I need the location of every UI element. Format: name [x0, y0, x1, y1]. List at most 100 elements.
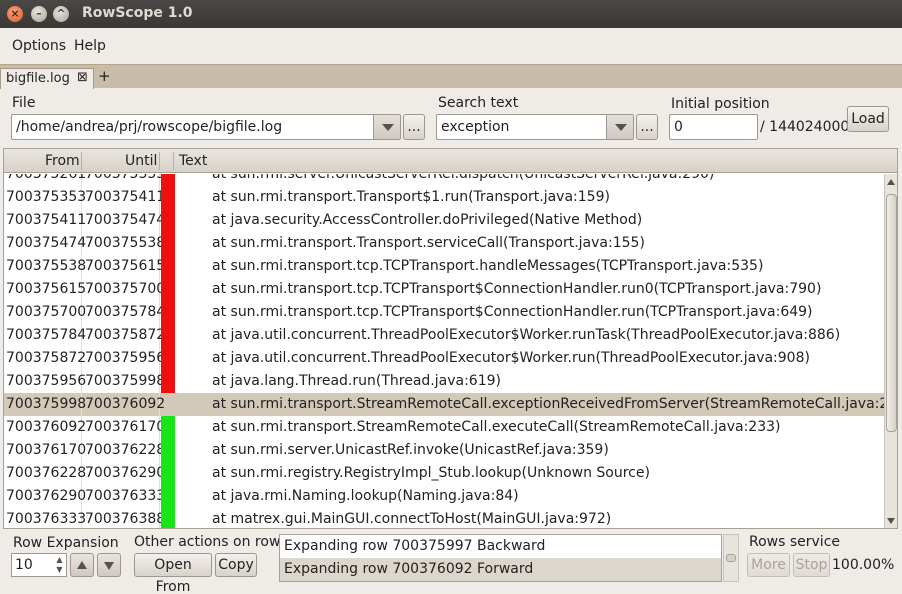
log-line: Expanding row 700376092 Forward [280, 558, 721, 581]
menu-options[interactable]: Options [12, 38, 66, 54]
stop-button[interactable]: Stop [793, 553, 830, 577]
table-row[interactable]: 700375615 700375700 at sun.rmi.transport.t… [4, 278, 884, 301]
column-separator [81, 152, 82, 170]
stepper-down-icon[interactable]: ▼ [54, 565, 65, 575]
table-row[interactable]: 700375700 700375784 at sun.rmi.transport.t… [4, 301, 884, 324]
table-row[interactable]: 700376170 700376228 at sun.rmi.server.Unic… [4, 439, 884, 462]
file-dropdown-icon[interactable] [373, 115, 400, 139]
row-marker [161, 462, 175, 485]
cell-text: at sun.rmi.server.UnicastRef.invoke(Unic… [212, 442, 609, 458]
table-row[interactable]: 700375538 700375615 at sun.rmi.transport.t… [4, 255, 884, 278]
copy-button[interactable]: Copy [215, 553, 257, 577]
row-marker [161, 416, 175, 439]
cell-until: 700376228 [85, 442, 166, 458]
row-marker [161, 278, 175, 301]
window-title: RowScope 1.0 [82, 5, 193, 21]
search-value: exception [441, 119, 510, 135]
stepper-up-icon[interactable]: ▲ [54, 555, 65, 565]
row-marker [161, 485, 175, 508]
log-scroll-thumb[interactable] [726, 554, 736, 562]
cell-until: 700375353 [85, 174, 166, 182]
col-text-header[interactable]: Text [179, 153, 207, 169]
table-body: 700375261 700375353 at sun.rmi.server.Unic… [4, 174, 884, 528]
cell-until: 700376333 [85, 488, 166, 504]
cell-until: 700376290 [85, 465, 166, 481]
search-browse-button[interactable]: ... [636, 114, 658, 140]
log-line: Expanding row 700375997 Backward [284, 538, 546, 554]
expand-forward-button[interactable] [97, 553, 121, 577]
row-marker [161, 347, 175, 370]
progress-percent: 100.00% [832, 557, 895, 573]
cell-until: 700375474 [85, 212, 166, 228]
table-row[interactable]: 700375784 700375872 at java.util.concurren… [4, 324, 884, 347]
cell-text: at matrex.gui.MainGUI.connectToHost(Main… [212, 511, 612, 527]
open-from-button[interactable]: Open From [134, 553, 212, 594]
search-dropdown-icon[interactable] [606, 115, 633, 139]
stepper-arrows-icon[interactable]: ▲ ▼ [54, 555, 65, 575]
menu-help[interactable]: Help [74, 38, 106, 54]
column-separator [159, 152, 160, 170]
scroll-thumb[interactable] [886, 194, 897, 432]
close-window-icon[interactable]: × [7, 6, 23, 22]
cell-from: 700376092 [6, 419, 87, 435]
cell-from: 700376290 [6, 488, 87, 504]
cell-from: 700376228 [6, 465, 87, 481]
position-label: Initial position [671, 96, 770, 112]
table-row[interactable]: 700375261 700375353 at sun.rmi.server.Unic… [4, 174, 884, 186]
row-expansion-stepper[interactable]: 10 ▲ ▼ [11, 553, 67, 577]
tab-close-icon[interactable]: ⊠ [77, 70, 88, 85]
tab-bigfile[interactable]: bigfile.log ⊠ [0, 68, 94, 89]
more-button[interactable]: More [747, 553, 790, 577]
table-row[interactable]: 700376290 700376333 at java.rmi.Naming.loo… [4, 485, 884, 508]
minimize-window-icon[interactable]: – [31, 6, 47, 22]
cell-from: 700376333 [6, 511, 87, 527]
maximize-window-icon[interactable]: ^ [53, 6, 69, 22]
cell-until: 700375700 [85, 281, 166, 297]
position-input[interactable]: 0 [669, 114, 758, 140]
title-bar: × – ^ RowScope 1.0 [0, 0, 902, 28]
cell-until: 700376092 [85, 396, 166, 412]
cell-from: 700375784 [6, 327, 87, 343]
table-row[interactable]: 700375956 700375998 at java.lang.Thread.ru… [4, 370, 884, 393]
cell-text: at java.util.concurrent.ThreadPoolExecut… [212, 327, 841, 343]
file-browse-button[interactable]: ... [403, 114, 425, 140]
table-row[interactable]: 700375474 700375538 at sun.rmi.transport.T… [4, 232, 884, 255]
file-combo[interactable]: /home/andrea/prj/rowscope/bigfile.log [11, 114, 401, 140]
cell-text: at sun.rmi.transport.Transport$1.run(Tra… [212, 189, 610, 205]
table-header: From Until Text [4, 149, 897, 173]
file-label: File [12, 95, 36, 111]
cell-from: 700375700 [6, 304, 87, 320]
tab-label: bigfile.log [6, 71, 70, 86]
search-combo[interactable]: exception [436, 114, 634, 140]
table-row[interactable]: 700376333 700376388 at matrex.gui.MainGUI.… [4, 508, 884, 528]
table-row[interactable]: 700375411 700375474 at java.security.Acces… [4, 209, 884, 232]
table-row[interactable]: 700376228 700376290 at sun.rmi.registry.Re… [4, 462, 884, 485]
add-tab-icon[interactable]: + [98, 67, 111, 85]
cell-text: at java.rmi.Naming.lookup(Naming.java:84… [212, 488, 519, 504]
position-total: / 144024000 [760, 119, 850, 135]
row-marker [161, 324, 175, 347]
log-scrollbar[interactable] [723, 534, 739, 582]
table-row[interactable]: 700376092 700376170 at sun.rmi.transport.S… [4, 416, 884, 439]
cell-from: 700375538 [6, 258, 87, 274]
load-button[interactable]: Load [847, 106, 889, 132]
table-row[interactable]: 700375998 700376092 at sun.rmi.transport.S… [4, 393, 884, 416]
cell-until: 700376170 [85, 419, 166, 435]
table-row[interactable]: 700375353 700375411 at sun.rmi.transport.T… [4, 186, 884, 209]
file-path: /home/andrea/prj/rowscope/bigfile.log [16, 119, 283, 135]
rows-table: From Until Text 700375261 700375353 at sun… [3, 148, 898, 529]
cell-text: at java.lang.Thread.run(Thread.java:619) [212, 373, 501, 389]
cell-until: 700375998 [85, 373, 166, 389]
cell-until: 700375784 [85, 304, 166, 320]
position-value: 0 [674, 119, 683, 135]
cell-text: at java.security.AccessController.doPriv… [212, 212, 643, 228]
col-from-header[interactable]: From [45, 153, 80, 169]
table-scrollbar[interactable] [884, 174, 897, 528]
scroll-down-icon[interactable] [887, 518, 895, 524]
cell-from: 700376170 [6, 442, 87, 458]
col-until-header[interactable]: Until [125, 153, 157, 169]
table-row[interactable]: 700375872 700375956 at java.util.concurren… [4, 347, 884, 370]
expand-backward-button[interactable] [70, 553, 94, 577]
scroll-up-icon[interactable] [887, 179, 895, 185]
cell-text: at sun.rmi.registry.RegistryImpl_Stub.lo… [212, 465, 650, 481]
